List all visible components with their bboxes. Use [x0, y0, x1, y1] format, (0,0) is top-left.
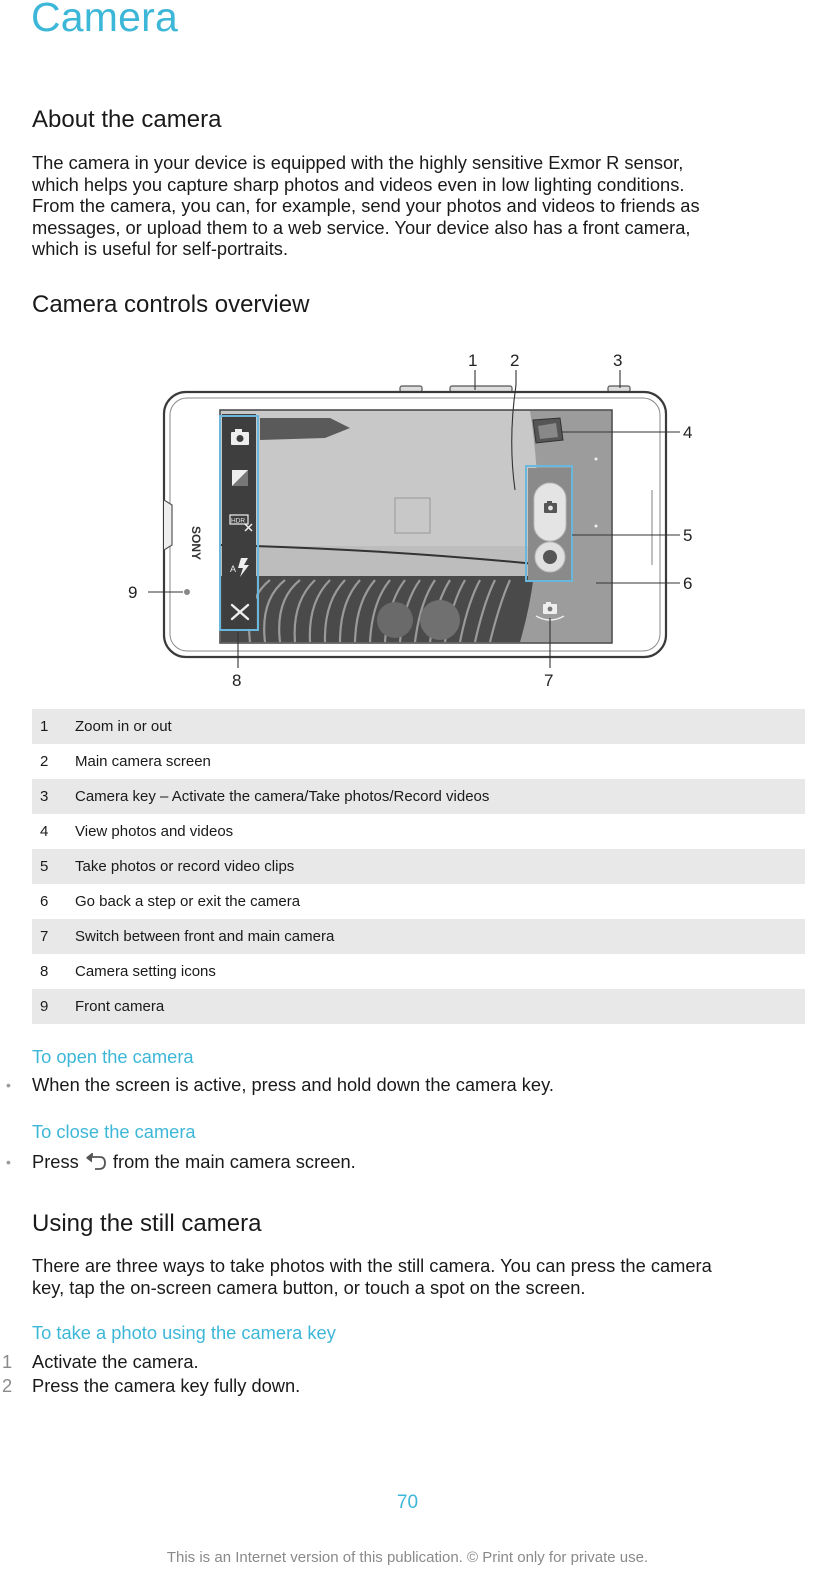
still-paragraph: There are three ways to take photos with…	[32, 1255, 812, 1298]
step-number: 1	[2, 1351, 13, 1372]
bullet-text-after: from the main camera screen.	[112, 1151, 356, 1172]
callout-7: 7	[544, 671, 553, 690]
phone-illustration: HDR A SONY 1 2 3 4 5 6 7 8 9	[128, 351, 692, 690]
legend-row: 1 Zoom in or out	[32, 709, 805, 744]
legend-description: Zoom in or out	[75, 718, 172, 735]
sensor-dot	[594, 457, 598, 461]
callout-2: 2	[510, 351, 519, 370]
task-title-close: To close the camera	[32, 1121, 196, 1142]
page-number: 70	[396, 1492, 419, 1513]
legend-row: 8 Camera setting icons	[32, 954, 805, 989]
back-icon	[84, 1152, 108, 1171]
record-video-icon[interactable]	[534, 541, 566, 573]
legend-number: 6	[40, 893, 49, 910]
section-heading-overview: Camera controls overview	[32, 291, 310, 318]
legend-row: 5 Take photos or record video clips	[32, 849, 805, 884]
sensor-dot	[594, 524, 598, 528]
legend-description: Go back a step or exit the camera	[75, 893, 301, 910]
section-heading-about: About the camera	[32, 106, 222, 133]
callout-1: 1	[468, 351, 477, 370]
legend-description: Take photos or record video clips	[75, 858, 295, 875]
callout-3: 3	[613, 351, 622, 370]
chapter-title: Camera	[31, 0, 179, 40]
about-line: From the camera, you can, for example, s…	[32, 195, 700, 217]
legend-description: Front camera	[75, 998, 165, 1015]
legend-description: Camera key – Activate the camera/Take ph…	[75, 788, 490, 805]
about-line: messages, or upload them to a web servic…	[32, 216, 691, 238]
legend-row: 9 Front camera	[32, 989, 805, 1024]
about-line: which is useful for self-portraits.	[32, 238, 289, 260]
legend-row: 3 Camera key – Activate the camera/Take …	[32, 779, 805, 814]
still-line: There are three ways to take photos with…	[32, 1255, 712, 1276]
section-heading-still: Using the still camera	[32, 1210, 262, 1237]
legend-description: Main camera screen	[75, 753, 211, 770]
about-line: The camera in your device is equipped wi…	[32, 152, 684, 173]
step-text: Press the camera key fully down.	[32, 1375, 301, 1396]
legend-row: 7 Switch between front and main camera	[32, 919, 805, 954]
callout-4: 4	[683, 423, 692, 442]
legend-number: 4	[40, 823, 49, 840]
bullet-text: Press from the main camera screen.	[32, 1151, 356, 1173]
step-text: Activate the camera.	[32, 1351, 199, 1372]
grille-emblem	[377, 602, 413, 638]
legend-row: 6 Go back a step or exit the camera	[32, 884, 805, 919]
bullet-dot: •	[6, 1077, 11, 1093]
camera-controls-figure: HDR A SONY 1 2 3 4 5 6 7 8 9	[120, 340, 710, 690]
callout-6: 6	[683, 574, 692, 593]
legend-number: 7	[40, 928, 49, 945]
step-number: 2	[2, 1375, 13, 1396]
task-title-take-photo: To take a photo using the camera key	[32, 1322, 336, 1343]
footer-note: This is an Internet version of this publ…	[166, 1549, 649, 1566]
legend-description: Camera setting icons	[75, 963, 216, 980]
legend-number: 1	[40, 718, 49, 735]
bullet-dot: •	[6, 1154, 11, 1170]
callout-5: 5	[683, 526, 692, 545]
still-line: key, tap the on-screen camera button, or…	[32, 1276, 586, 1298]
legend-description: Switch between front and main camera	[75, 928, 335, 945]
legend-row: 4 View photos and videos	[32, 814, 805, 849]
about-paragraph: The camera in your device is equipped wi…	[32, 152, 812, 260]
bullet-text-before: Press	[32, 1151, 79, 1172]
legend-number: 2	[40, 753, 49, 770]
legend-number: 3	[40, 788, 49, 805]
legend-number: 5	[40, 858, 49, 875]
legend-description: View photos and videos	[75, 823, 234, 840]
bullet-text: When the screen is active, press and hol…	[32, 1074, 554, 1095]
grille-light	[420, 600, 460, 640]
callout-8: 8	[232, 671, 241, 690]
side-port	[163, 499, 173, 551]
svg-text:A: A	[230, 564, 236, 574]
legend-number: 8	[40, 963, 49, 980]
legend-number: 9	[40, 998, 49, 1015]
shutter-camera-icon[interactable]	[533, 482, 567, 542]
front-camera-lens	[184, 589, 190, 595]
exposure-icon[interactable]	[232, 470, 248, 486]
task-title-open: To open the camera	[32, 1046, 194, 1067]
about-line: which helps you capture sharp photos and…	[32, 173, 685, 195]
legend-table: 1 Zoom in or out 2 Main camera screen 3 …	[32, 709, 805, 1024]
brand-logo: SONY	[189, 526, 203, 560]
callout-9: 9	[128, 583, 137, 602]
svg-text:HDR: HDR	[231, 518, 245, 525]
gallery-thumbnail[interactable]	[532, 417, 564, 444]
legend-row: 2 Main camera screen	[32, 744, 805, 779]
